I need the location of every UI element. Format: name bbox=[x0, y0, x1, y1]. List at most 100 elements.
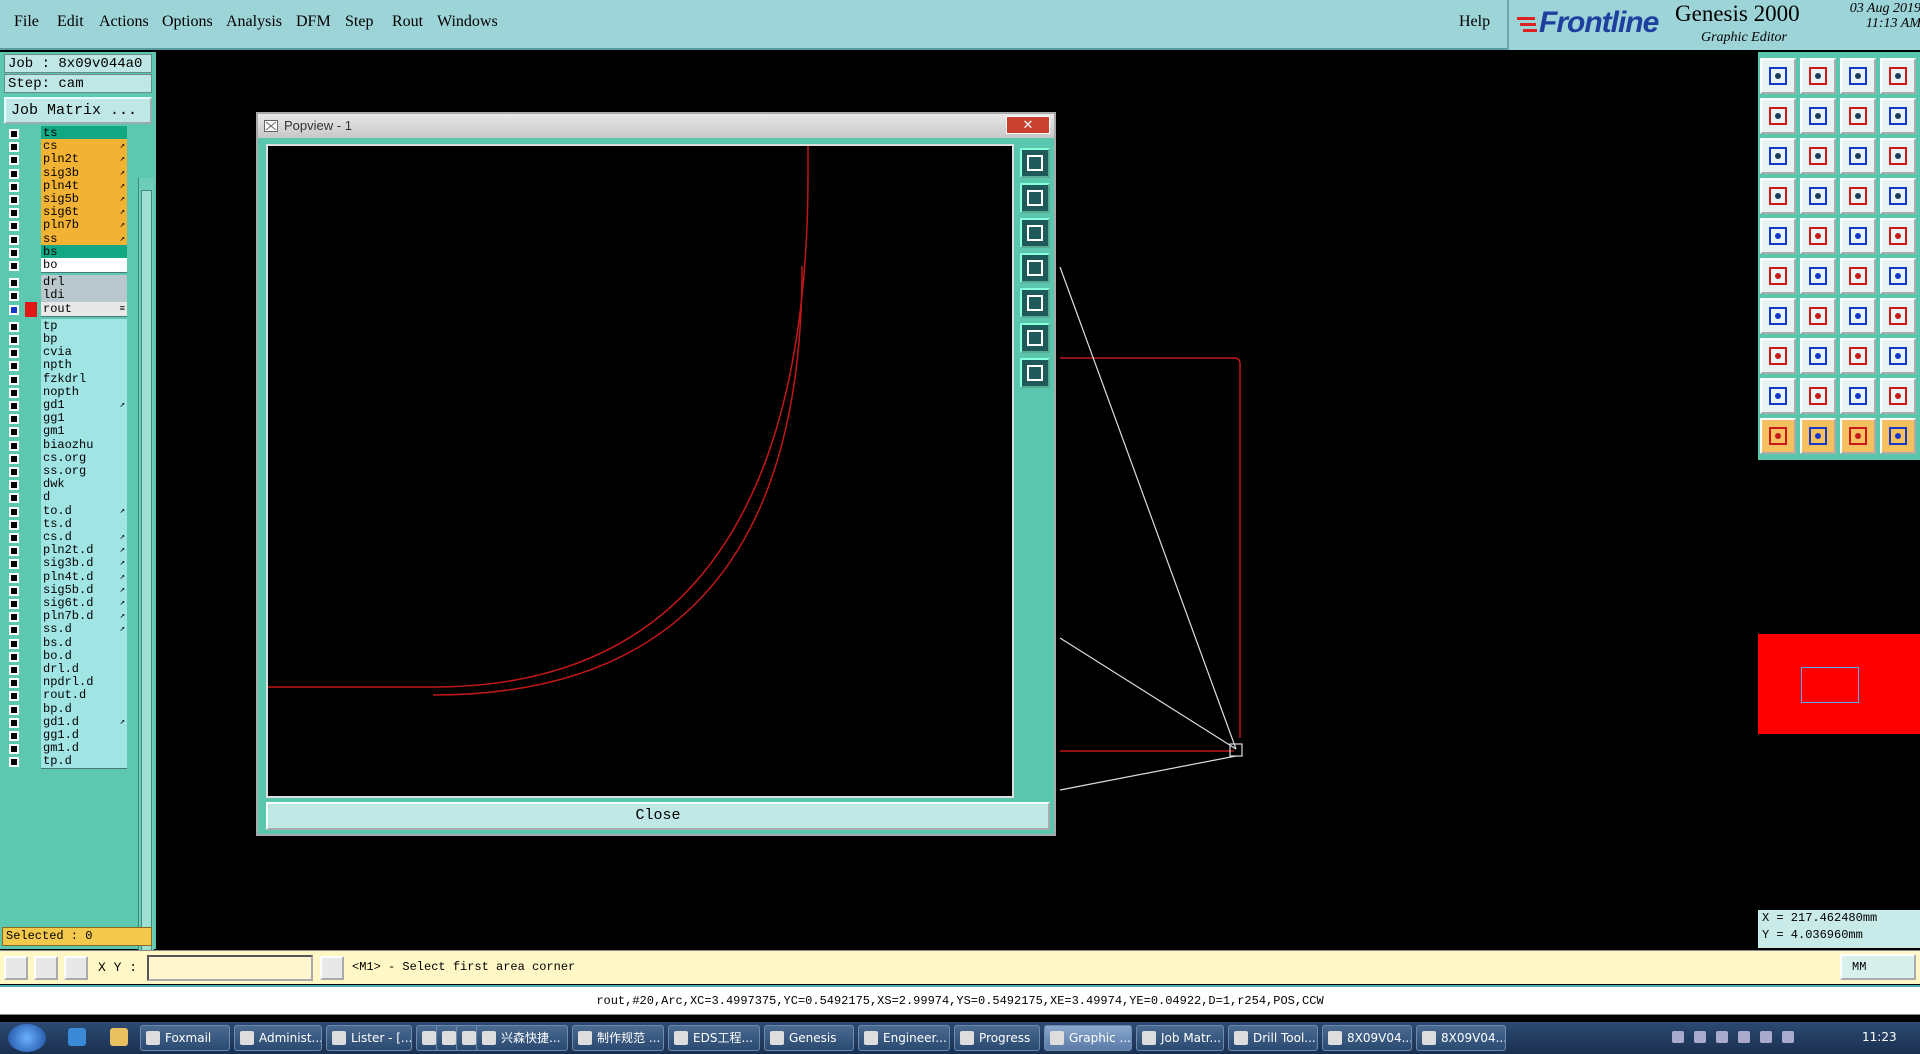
popview-close-x[interactable]: ✕ bbox=[1006, 116, 1050, 134]
tray-icon[interactable] bbox=[1738, 1031, 1750, 1043]
layer-row[interactable]: bo bbox=[4, 258, 144, 273]
menu-rout[interactable]: Rout bbox=[392, 13, 423, 31]
explorer-icon[interactable] bbox=[110, 1028, 128, 1046]
menu-windows[interactable]: Windows bbox=[437, 13, 498, 31]
menu-step[interactable]: Step bbox=[345, 13, 373, 31]
layer-checkbox[interactable] bbox=[9, 278, 19, 289]
angle-icon[interactable] bbox=[1760, 298, 1796, 334]
layer-checkbox[interactable] bbox=[9, 304, 19, 315]
taskbar-item[interactable]: Genesis bbox=[764, 1025, 854, 1051]
taskbar-item[interactable]: 兴森快捷... bbox=[476, 1025, 568, 1051]
layer-checkbox[interactable] bbox=[9, 585, 19, 596]
layer-checkbox[interactable] bbox=[9, 691, 19, 702]
taskbar-item[interactable]: Administ... bbox=[234, 1025, 322, 1051]
menu-options[interactable]: Options bbox=[162, 13, 213, 31]
layer-work-indicator[interactable] bbox=[25, 301, 37, 317]
layer-checkbox[interactable] bbox=[9, 335, 19, 345]
layer-row[interactable]: rout ≡ bbox=[4, 301, 144, 317]
layer-checkbox[interactable] bbox=[9, 757, 19, 768]
taskbar-item[interactable]: Job Matr... bbox=[1136, 1025, 1224, 1051]
layer-checkbox[interactable] bbox=[9, 453, 19, 464]
text-icon[interactable] bbox=[1880, 298, 1916, 334]
select-box-icon[interactable] bbox=[1800, 418, 1836, 454]
taskbar-item[interactable]: Engineer... bbox=[858, 1025, 950, 1051]
triangle2-icon[interactable] bbox=[1800, 378, 1836, 414]
layer-checkbox[interactable] bbox=[9, 651, 19, 662]
zoom-fit-icon[interactable] bbox=[1020, 323, 1050, 353]
taskbar-item[interactable]: Lister - [... bbox=[326, 1025, 412, 1051]
layer-checkbox[interactable] bbox=[9, 665, 19, 675]
layer-checkbox[interactable] bbox=[9, 440, 19, 451]
move-left-icon[interactable] bbox=[1760, 98, 1796, 134]
triangle-icon[interactable] bbox=[1760, 378, 1796, 414]
start-button[interactable] bbox=[8, 1024, 46, 1052]
layer-checkbox[interactable] bbox=[9, 704, 19, 715]
layer-checkbox[interactable] bbox=[9, 291, 19, 302]
rout-icon[interactable] bbox=[1800, 218, 1836, 254]
layer-name[interactable]: bo bbox=[41, 258, 127, 273]
layer-name[interactable]: rout ≡ bbox=[41, 301, 127, 317]
layout-icon[interactable] bbox=[1880, 58, 1916, 94]
taskbar-item[interactable]: 8X09V04... bbox=[1416, 1025, 1506, 1051]
layer-checkbox[interactable] bbox=[9, 612, 19, 623]
layer-checkbox[interactable] bbox=[9, 427, 19, 438]
connect2-icon[interactable] bbox=[1880, 258, 1916, 294]
net2-icon[interactable] bbox=[1880, 178, 1916, 214]
cross-icon[interactable] bbox=[1800, 258, 1836, 294]
layer-checkbox[interactable] bbox=[9, 168, 19, 179]
triangle4-icon[interactable] bbox=[1880, 378, 1916, 414]
tray-icon[interactable] bbox=[1716, 1031, 1728, 1043]
layer-checkbox[interactable] bbox=[9, 546, 19, 557]
copy-icon[interactable] bbox=[1760, 338, 1796, 374]
layer-checkbox[interactable] bbox=[9, 221, 19, 232]
pad-icon[interactable] bbox=[1800, 178, 1836, 214]
layer-checkbox[interactable] bbox=[9, 348, 19, 359]
layer-checkbox[interactable] bbox=[9, 195, 19, 205]
scale-1to2-icon[interactable] bbox=[1840, 138, 1876, 174]
layer-checkbox[interactable] bbox=[9, 599, 19, 609]
popview-canvas[interactable] bbox=[266, 144, 1014, 798]
zoom-down-icon[interactable] bbox=[1020, 218, 1050, 248]
grid-mode-icon[interactable] bbox=[64, 956, 88, 980]
pan-left-icon[interactable] bbox=[1020, 253, 1050, 283]
move-down-icon[interactable] bbox=[1800, 58, 1836, 94]
scroll-thumb[interactable] bbox=[141, 190, 152, 960]
taskbar-item[interactable]: Drill Tool... bbox=[1228, 1025, 1318, 1051]
menu-actions[interactable]: Actions bbox=[99, 13, 149, 31]
line-h-icon[interactable] bbox=[1800, 338, 1836, 374]
layer-checkbox[interactable] bbox=[9, 142, 19, 153]
select-lasso-icon[interactable] bbox=[1840, 418, 1876, 454]
zoom-up-icon[interactable] bbox=[1020, 183, 1050, 213]
layer-checkbox[interactable] bbox=[9, 261, 19, 271]
connect-icon[interactable] bbox=[1840, 258, 1876, 294]
pad-array-icon[interactable] bbox=[1840, 338, 1876, 374]
layer-checkbox[interactable] bbox=[9, 493, 19, 504]
layer-checkbox[interactable] bbox=[9, 361, 19, 372]
taskbar-item[interactable]: Foxmail bbox=[140, 1025, 230, 1051]
minimap-viewport[interactable] bbox=[1801, 667, 1859, 703]
layer-scrollbar[interactable] bbox=[138, 178, 154, 978]
snap-mode-icon[interactable] bbox=[4, 956, 28, 980]
circle-icon[interactable] bbox=[1880, 218, 1916, 254]
layer-checkbox[interactable] bbox=[9, 155, 19, 166]
node-icon[interactable] bbox=[1760, 258, 1796, 294]
layer-checkbox[interactable] bbox=[9, 234, 19, 245]
move-up-icon[interactable] bbox=[1760, 58, 1796, 94]
layer-checkbox[interactable] bbox=[9, 625, 19, 636]
menu-help[interactable]: Help bbox=[1459, 13, 1490, 31]
select-net-icon[interactable] bbox=[1880, 418, 1916, 454]
layer-checkbox[interactable] bbox=[9, 181, 19, 192]
layer-checkbox[interactable] bbox=[9, 467, 19, 477]
taskbar-item[interactable]: 8X09V04... bbox=[1322, 1025, 1412, 1051]
units-selector[interactable]: MM bbox=[1840, 954, 1916, 980]
layer-row[interactable]: tp.d bbox=[4, 754, 144, 770]
layer-checkbox[interactable] bbox=[9, 321, 19, 332]
layer-name[interactable]: tp.d bbox=[41, 754, 127, 770]
menu-edit[interactable]: Edit bbox=[57, 13, 84, 31]
layer-checkbox[interactable] bbox=[9, 533, 19, 543]
layer-checkbox[interactable] bbox=[9, 414, 19, 425]
menu-file[interactable]: File bbox=[14, 13, 39, 31]
layer-checkbox[interactable] bbox=[9, 678, 19, 689]
triangle3-icon[interactable] bbox=[1840, 378, 1876, 414]
layer-checkbox[interactable] bbox=[9, 387, 19, 398]
